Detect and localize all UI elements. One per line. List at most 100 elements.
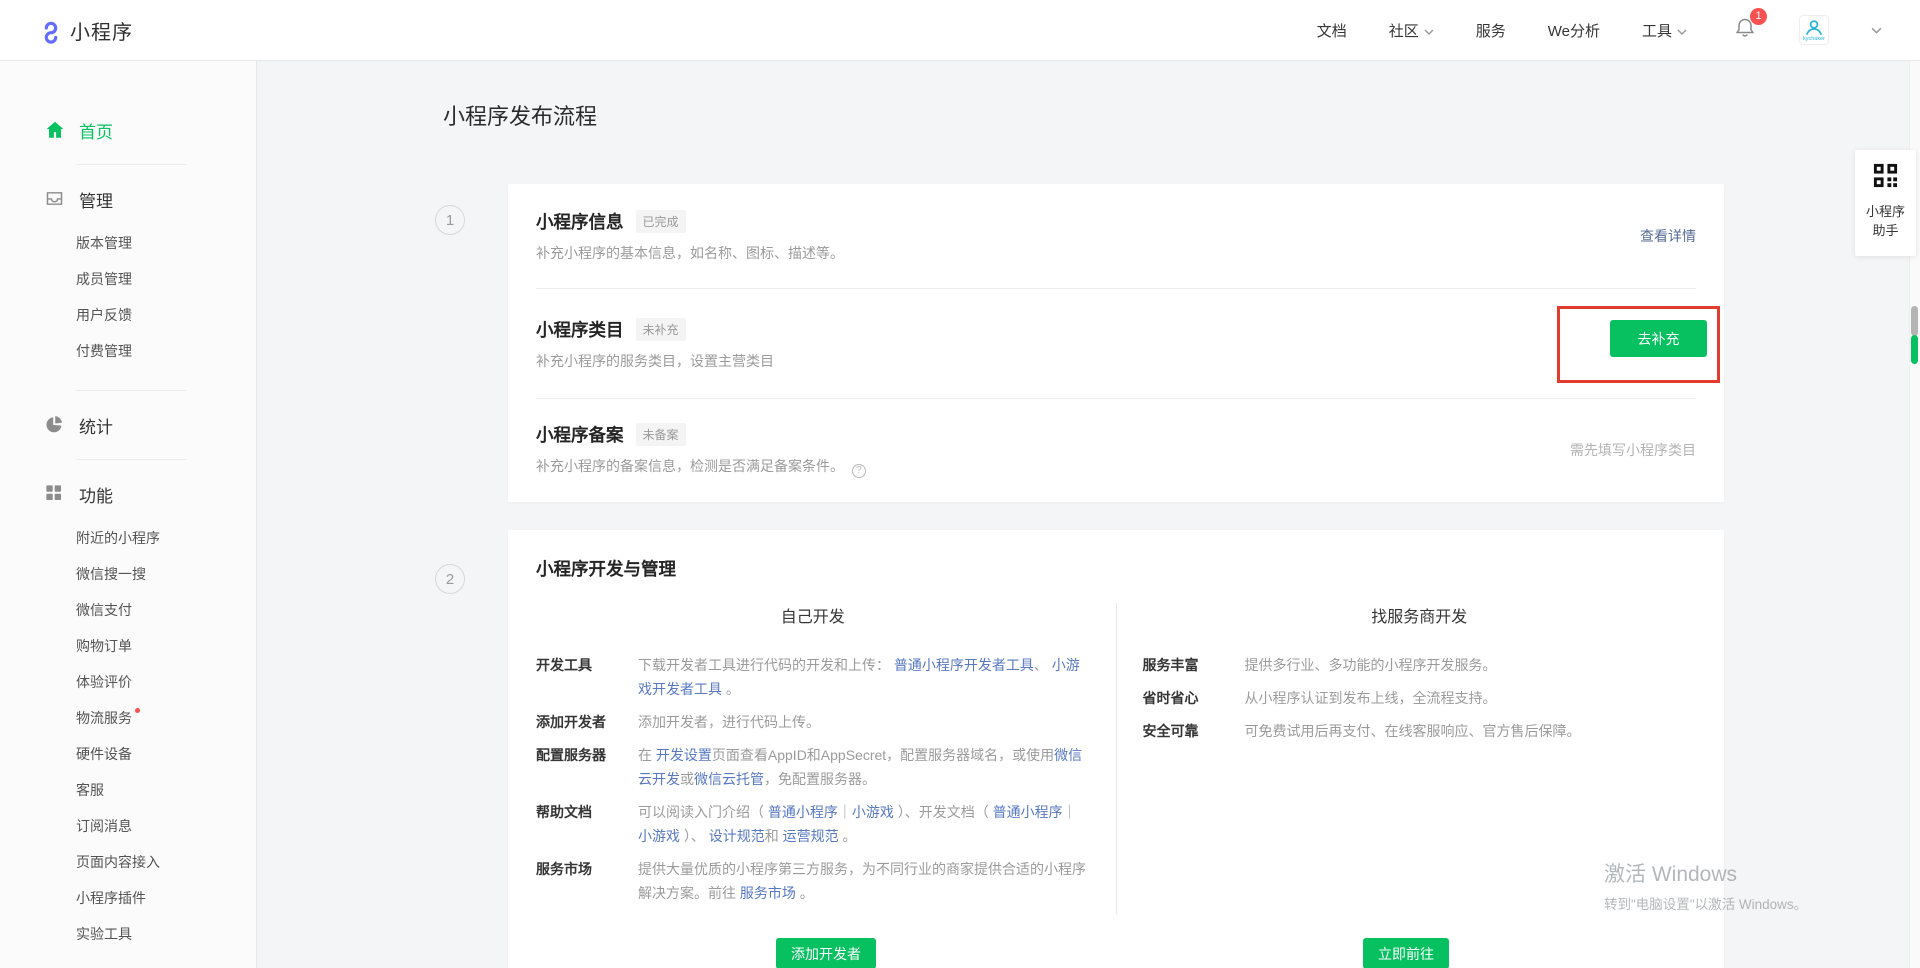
text-segment: ）、开发文档（ bbox=[894, 804, 993, 820]
dev-row-text: 添加开发者，进行代码上传。 bbox=[638, 710, 1090, 734]
dev-row-text: 提供大量优质的小程序第三方服务，为不同行业的商家提供合适的小程序解决方案。前往 … bbox=[638, 857, 1090, 905]
avatar-text: kychaker bbox=[1803, 36, 1825, 42]
add-developer-button[interactable]: 添加开发者 bbox=[776, 938, 876, 968]
inline-link[interactable]: 服务市场 bbox=[740, 885, 796, 901]
row-title: 小程序信息 bbox=[536, 209, 624, 234]
dev-row-label: 开发工具 bbox=[536, 653, 638, 701]
app-root: 小程序 文档 社区 服务 We分析 工具 bbox=[0, 0, 1920, 968]
notification-bell[interactable]: 1 bbox=[1733, 16, 1757, 45]
main-content: 小程序发布流程 1 小程序信息 已完成 补充小程序的基本信息，如名称、图标、描述… bbox=[257, 61, 1920, 968]
vendor-dev-rows: 服务丰富提供多行业、多功能的小程序开发服务。省时省心从小程序认证到发布上线，全流… bbox=[1143, 653, 1697, 743]
status-badge: 未补充 bbox=[636, 318, 686, 341]
account-menu-chevron-icon[interactable] bbox=[1871, 21, 1882, 39]
bell-icon bbox=[1733, 27, 1757, 44]
view-details-link[interactable]: 查看详情 bbox=[1640, 226, 1696, 246]
nav-we-analytics[interactable]: We分析 bbox=[1548, 20, 1600, 41]
sidebar-section-features[interactable]: 功能 bbox=[0, 481, 256, 507]
help-icon[interactable]: ? bbox=[852, 464, 866, 478]
nav-community[interactable]: 社区 bbox=[1389, 20, 1434, 41]
dev-row-text: 下载开发者工具进行代码的开发和上传： 普通小程序开发者工具、 小游戏开发者工具 … bbox=[638, 653, 1090, 701]
sidebar-item-page-content-access[interactable]: 页面内容接入 bbox=[0, 844, 256, 880]
text-segment: 。 bbox=[796, 885, 814, 901]
dev-row: 添加开发者添加开发者，进行代码上传。 bbox=[536, 710, 1090, 734]
inline-link[interactable]: 小游戏 bbox=[852, 804, 894, 820]
self-dev-rows: 开发工具下载开发者工具进行代码的开发和上传： 普通小程序开发者工具、 小游戏开发… bbox=[536, 653, 1090, 905]
sidebar-item-customer-service[interactable]: 客服 bbox=[0, 772, 256, 808]
grid-icon bbox=[44, 483, 66, 505]
dev-row-label: 帮助文档 bbox=[536, 800, 638, 848]
text-segment: ，免配置服务器。 bbox=[764, 771, 876, 787]
sidebar-item-member-management[interactable]: 成员管理 bbox=[0, 261, 256, 297]
dev-row-label: 安全可靠 bbox=[1143, 719, 1245, 743]
row-description: 补充小程序的服务类目，设置主营类目 bbox=[536, 351, 1696, 371]
sidebar-item-home[interactable]: 首页 bbox=[0, 117, 256, 143]
scrollbar-thumb[interactable] bbox=[1911, 306, 1918, 336]
sidebar-item-wechat-search[interactable]: 微信搜一搜 bbox=[0, 556, 256, 592]
notification-count-badge: 1 bbox=[1750, 8, 1767, 25]
sidebar-section-management[interactable]: 管理 bbox=[0, 186, 256, 212]
sidebar-item-wechat-pay[interactable]: 微信支付 bbox=[0, 592, 256, 628]
text-segment: 下载开发者工具进行代码的开发和上传： bbox=[638, 657, 894, 673]
sidebar-item-logistics-services[interactable]: 物流服务 bbox=[0, 700, 256, 736]
inline-link[interactable]: 设计规范 bbox=[709, 828, 765, 844]
mini-program-logo[interactable]: 小程序 bbox=[38, 16, 133, 45]
nav-services[interactable]: 服务 bbox=[1476, 20, 1506, 41]
dev-row-label: 服务市场 bbox=[536, 857, 638, 905]
sidebar-item-nearby-miniprograms[interactable]: 附近的小程序 bbox=[0, 520, 256, 556]
inline-link[interactable]: 普通小程序 bbox=[768, 804, 838, 820]
go-supplement-button[interactable]: 去补充 bbox=[1610, 320, 1707, 357]
dev-row: 帮助文档可以阅读入门介绍（ 普通小程序｜小游戏 ）、开发文档（ 普通小程序｜小游… bbox=[536, 800, 1090, 848]
flow-row-miniprogram-filing: 小程序备案 未备案 补充小程序的备案信息，检测是否满足备案条件。 ? 需先填写小… bbox=[536, 398, 1696, 501]
inline-link[interactable]: 小游戏 bbox=[638, 828, 680, 844]
sidebar-section-label: 统计 bbox=[79, 413, 113, 438]
text-segment: 。 bbox=[839, 828, 857, 844]
sidebar-item-miniprogram-plugins[interactable]: 小程序插件 bbox=[0, 880, 256, 916]
text-segment: 提供大量优质的小程序第三方服务，为不同行业的商家提供合适的小程序解决方案。前往 bbox=[638, 861, 1086, 901]
inline-link[interactable]: 微信云托管 bbox=[694, 771, 764, 787]
mini-program-logo-icon bbox=[38, 19, 60, 41]
text-segment: 、 bbox=[1034, 657, 1052, 673]
sidebar-item-label: 首页 bbox=[79, 118, 113, 143]
sidebar-item-subscription-messages[interactable]: 订阅消息 bbox=[0, 808, 256, 844]
text-segment: 在 bbox=[638, 747, 656, 763]
nav-tools[interactable]: 工具 bbox=[1642, 20, 1687, 41]
logo-text: 小程序 bbox=[70, 16, 133, 45]
go-now-button[interactable]: 立即前往 bbox=[1363, 938, 1449, 968]
sidebar-item-hardware-devices[interactable]: 硬件设备 bbox=[0, 736, 256, 772]
row-title: 小程序类目 bbox=[536, 317, 624, 342]
new-dot-badge bbox=[135, 708, 140, 713]
inline-link[interactable]: 开发设置 bbox=[656, 747, 712, 763]
scrollbar-green-indicator[interactable] bbox=[1911, 335, 1918, 364]
sidebar-item-experience-review[interactable]: 体验评价 bbox=[0, 664, 256, 700]
sidebar-item-shopping-orders[interactable]: 购物订单 bbox=[0, 628, 256, 664]
development-management-card: 小程序开发与管理 自己开发 开发工具下载开发者工具进行代码的开发和上传： 普通小… bbox=[508, 530, 1724, 968]
text-segment: 提供多行业、多功能的小程序开发服务。 bbox=[1245, 657, 1497, 673]
inline-link[interactable]: 普通小程序开发者工具 bbox=[894, 657, 1034, 673]
sidebar-item-version-management[interactable]: 版本管理 bbox=[0, 225, 256, 261]
inline-link[interactable]: 运营规范 bbox=[783, 828, 839, 844]
status-badge: 已完成 bbox=[636, 210, 686, 233]
text-segment: 可以阅读入门介绍（ bbox=[638, 804, 768, 820]
account-avatar[interactable]: kychaker bbox=[1799, 15, 1829, 45]
pie-chart-icon bbox=[44, 414, 66, 436]
flow-row-miniprogram-info: 小程序信息 已完成 补充小程序的基本信息，如名称、图标、描述等。 查看详情 bbox=[536, 184, 1696, 288]
dev-row: 省时省心从小程序认证到发布上线，全流程支持。 bbox=[1143, 686, 1697, 710]
dev-row-label: 配置服务器 bbox=[536, 743, 638, 791]
sidebar-item-payment-management[interactable]: 付费管理 bbox=[0, 333, 256, 369]
release-flow-card: 小程序信息 已完成 补充小程序的基本信息，如名称、图标、描述等。 查看详情 小程… bbox=[508, 184, 1724, 502]
text-segment: 和 bbox=[765, 828, 783, 844]
sidebar-section-statistics[interactable]: 统计 bbox=[0, 412, 256, 438]
text-segment: ｜ bbox=[1063, 804, 1077, 820]
sidebar: 首页 管理 版本管理 成员管理 用户反馈 付费管理 bbox=[0, 61, 257, 968]
sidebar-item-user-feedback[interactable]: 用户反馈 bbox=[0, 297, 256, 333]
inline-link[interactable]: 普通小程序 bbox=[993, 804, 1063, 820]
dev-row: 服务丰富提供多行业、多功能的小程序开发服务。 bbox=[1143, 653, 1697, 677]
sidebar-item-experimental-tools[interactable]: 实验工具 bbox=[0, 916, 256, 952]
miniprogram-assistant-panel[interactable]: 小程序助手 bbox=[1855, 150, 1916, 256]
step-1-number: 1 bbox=[435, 205, 465, 235]
divider bbox=[76, 390, 186, 391]
column-header: 自己开发 bbox=[536, 603, 1090, 627]
top-header: 小程序 文档 社区 服务 We分析 工具 bbox=[0, 0, 1920, 61]
nav-docs[interactable]: 文档 bbox=[1317, 20, 1347, 41]
management-sub-list: 版本管理 成员管理 用户反馈 付费管理 bbox=[0, 225, 256, 369]
